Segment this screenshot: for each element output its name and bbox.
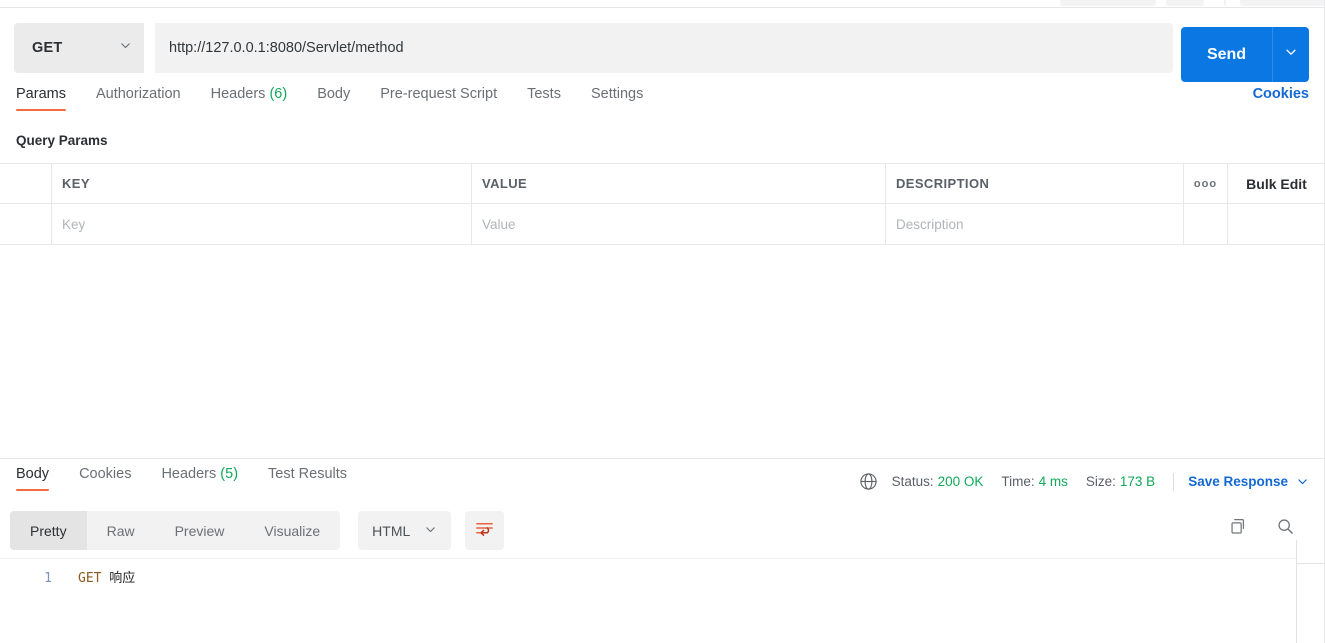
size-label: Size:	[1085, 474, 1116, 489]
response-toolbar: Pretty Raw Preview Visualize HTML	[10, 511, 505, 550]
response-tab-headers[interactable]: Headers (5)	[161, 466, 238, 491]
response-tab-test-results[interactable]: Test Results	[268, 466, 347, 491]
table-options-cell[interactable]: ooo	[1184, 164, 1228, 203]
line-content: GET 响应	[56, 567, 135, 586]
panel-right-border	[1296, 540, 1297, 643]
save-response-label: Save Response	[1188, 474, 1288, 489]
cookies-link[interactable]: Cookies	[1253, 86, 1309, 102]
response-action-icons	[1229, 517, 1295, 536]
view-mode-pretty[interactable]: Pretty	[10, 511, 87, 550]
code-line: 1 GET 响应	[0, 559, 1297, 586]
param-description-input[interactable]: Description	[886, 204, 1184, 244]
line-number: 1	[44, 571, 52, 586]
query-params-table: KEY VALUE DESCRIPTION ooo Bulk Edit Key …	[0, 163, 1325, 245]
ghost-bar-2	[1166, 0, 1204, 6]
tab-headers-count: (6)	[269, 86, 288, 102]
tab-headers[interactable]: Headers (6)	[211, 86, 288, 111]
status-label: Status:	[891, 474, 934, 489]
panel-top-border	[1296, 563, 1325, 564]
send-button[interactable]: Send	[1181, 27, 1272, 82]
tab-authorization[interactable]: Authorization	[96, 86, 181, 111]
chevron-down-icon	[119, 39, 132, 57]
time-value: 4 ms	[1038, 474, 1068, 489]
response-view-mode-group: Pretty Raw Preview Visualize	[10, 511, 341, 550]
send-options-button[interactable]	[1272, 27, 1309, 82]
response-tabs: Body Cookies Headers (5) Test Results	[0, 466, 800, 498]
ghost-bar-1	[1060, 0, 1156, 6]
param-value-input[interactable]: Value	[472, 204, 886, 244]
search-icon[interactable]	[1276, 517, 1295, 536]
view-mode-raw[interactable]: Raw	[87, 511, 155, 550]
meta-divider	[1173, 472, 1175, 491]
response-pane-divider	[0, 458, 1325, 459]
word-wrap-toggle[interactable]	[465, 511, 505, 550]
chevron-down-icon	[1284, 45, 1298, 64]
line-text: 响应	[101, 571, 136, 586]
query-params-title: Query Params	[16, 133, 108, 148]
row-checkbox-cell[interactable]	[0, 204, 52, 244]
tab-body[interactable]: Body	[317, 86, 350, 111]
tab-label: Cookies	[79, 466, 132, 482]
tab-label: Pre-request Script	[380, 86, 498, 102]
ghost-bar-3	[1224, 0, 1226, 6]
table-header-row: KEY VALUE DESCRIPTION ooo Bulk Edit	[0, 163, 1325, 204]
globe-icon	[859, 472, 878, 491]
copy-icon[interactable]	[1229, 517, 1248, 536]
tab-label: Body	[317, 86, 351, 102]
select-all-cell[interactable]	[0, 164, 52, 203]
response-format-select[interactable]: HTML	[358, 511, 452, 550]
bulk-edit-button[interactable]: Bulk Edit	[1228, 164, 1325, 203]
tab-label: Test Results	[268, 466, 348, 482]
column-header-value: VALUE	[472, 164, 886, 203]
view-mode-preview[interactable]: Preview	[155, 511, 245, 550]
save-response-button[interactable]: Save Response	[1188, 474, 1309, 489]
send-button-group: Send	[1181, 27, 1309, 82]
view-mode-visualize[interactable]: Visualize	[244, 511, 340, 550]
tab-label: Headers	[161, 466, 217, 482]
column-header-key: KEY	[52, 164, 472, 203]
response-meta-bar: Status: 200 OK Time: 4 ms Size: 173 B Sa…	[859, 472, 1309, 491]
tab-label: Params	[16, 86, 66, 102]
line-keyword: GET	[78, 571, 102, 586]
tab-pre-request-script[interactable]: Pre-request Script	[380, 86, 497, 111]
http-method-label: GET	[32, 40, 63, 56]
response-body-viewer[interactable]: 1 GET 响应	[0, 558, 1297, 643]
response-format-label: HTML	[372, 522, 411, 539]
response-tab-cookies[interactable]: Cookies	[79, 466, 131, 491]
request-tabs: Params Authorization Headers (6) Body Pr…	[0, 86, 1325, 120]
top-skeleton-strip	[0, 0, 1325, 7]
row-options-cell[interactable]	[1184, 204, 1228, 244]
tab-label: Authorization	[95, 86, 181, 102]
chevron-down-icon	[1296, 475, 1309, 488]
status-value: 200 OK	[937, 474, 984, 489]
tab-settings[interactable]: Settings	[591, 86, 643, 111]
word-wrap-icon	[474, 518, 495, 544]
response-headers-count: (5)	[220, 466, 239, 482]
tab-label: Headers	[210, 86, 266, 102]
url-input[interactable]: http://127.0.0.1:8080/Servlet/method	[155, 23, 1173, 73]
time-label: Time:	[1001, 474, 1035, 489]
chevron-down-icon	[424, 523, 437, 539]
tab-params[interactable]: Params	[16, 86, 66, 111]
tab-label: Body	[16, 466, 50, 482]
http-method-select[interactable]: GET	[14, 23, 144, 73]
row-spacer-cell	[1228, 204, 1325, 244]
size-value: 173 B	[1119, 474, 1156, 489]
ghost-bar-4	[1240, 0, 1325, 6]
more-options-icon: ooo	[1193, 177, 1218, 190]
tab-tests[interactable]: Tests	[527, 86, 561, 111]
column-header-description: DESCRIPTION	[886, 164, 1184, 203]
request-url-row: GET http://127.0.0.1:8080/Servlet/method…	[0, 8, 1325, 82]
tab-label: Settings	[590, 86, 644, 102]
param-key-input[interactable]: Key	[52, 204, 472, 244]
response-tab-body[interactable]: Body	[16, 466, 50, 491]
tab-label: Tests	[527, 86, 561, 102]
table-row: Key Value Description	[0, 204, 1325, 245]
